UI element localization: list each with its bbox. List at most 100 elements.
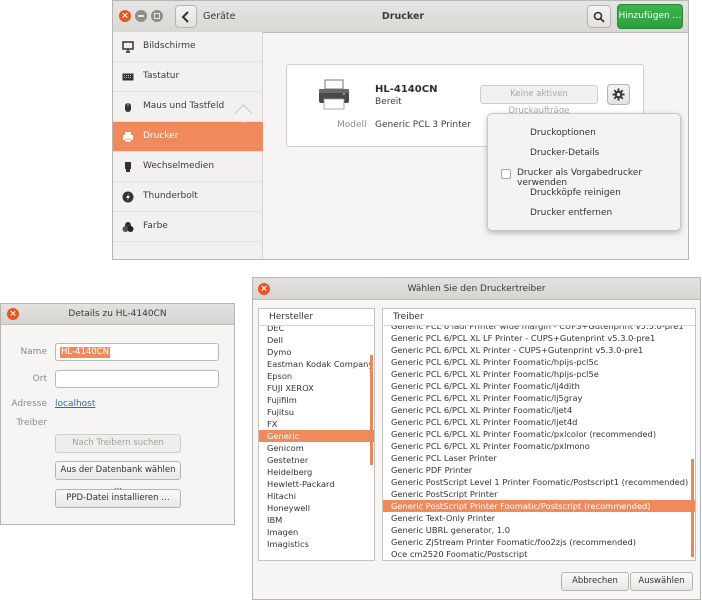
driver-header: Treiber: [383, 309, 695, 326]
driver-list-item[interactable]: Generic PCL 6/PCL XL LF Printer - CUPS+G…: [383, 332, 695, 344]
sidebar-item-label: Thunderbolt: [143, 191, 198, 201]
sidebar-item-label: Tastatur: [143, 71, 180, 81]
driver-list-item[interactable]: Generic PCL 6/PCL XL Printer Foomatic/hp…: [383, 368, 695, 380]
manufacturer-list-item[interactable]: Eastman Kodak Company: [259, 358, 374, 370]
search-drivers-button[interactable]: Nach Treibern suchen: [55, 434, 181, 453]
color-icon: [122, 222, 134, 232]
printer-options-popover: Druckoptionen Drucker-Details Drucker al…: [487, 113, 681, 231]
driver-list-item[interactable]: Generic PCL 6/PCL XL Printer Foomatic/hp…: [383, 356, 695, 368]
manufacturer-list-item[interactable]: Hitachi: [259, 490, 374, 502]
driver-list-item[interactable]: Generic PCL Laser Printer: [383, 452, 695, 464]
manufacturer-list[interactable]: Hersteller DEC Dell Dymo Eastman Kodak Comp…: [258, 308, 375, 561]
driver-list-item[interactable]: Generic ZjStream Printer Foomatic/foo2zj…: [383, 536, 695, 548]
add-printer-button[interactable]: Hinzufügen …: [617, 4, 683, 29]
dialog-title: Details zu HL-4140CN: [68, 309, 167, 319]
sidebar-item-label: Drucker: [143, 131, 179, 141]
driver-list-item[interactable]: Generic PCL 6/PCL XL Printer - CUPS+Gute…: [383, 344, 695, 356]
sidebar-item-keyboard[interactable]: Tastatur: [113, 62, 263, 92]
driver-list-item[interactable]: Generic PCL 6/PCL XL Printer Foomatic/px…: [383, 440, 695, 452]
minimize-window-button[interactable]: [135, 10, 147, 22]
search-button[interactable]: [587, 5, 611, 28]
print-jobs-button[interactable]: Keine aktiven Druckaufträge: [480, 85, 598, 116]
display-icon: [122, 41, 134, 53]
driver-list[interactable]: Treiber Generic PCL 6 ladi Printer wide …: [382, 308, 696, 561]
menu-item-clean-heads[interactable]: Druckköpfe reinigen: [530, 188, 621, 198]
header-bar: × Geräte Drucker Hinzufügen …: [113, 1, 688, 33]
printer-name: HL-4140CN: [375, 84, 438, 95]
select-from-database-button[interactable]: Aus der Datenbank wählen …: [55, 461, 181, 492]
keyboard-icon: [122, 73, 134, 81]
sidebar-item-thunderbolt[interactable]: Thunderbolt: [113, 182, 263, 212]
menu-item-print-options[interactable]: Druckoptionen: [530, 128, 596, 138]
sidebar-item-label: Farbe: [143, 221, 168, 231]
driver-list-item[interactable]: Generic Text-Only Printer: [383, 512, 695, 524]
sidebar-item-printers[interactable]: Drucker: [113, 122, 263, 152]
default-printer-checkbox[interactable]: [501, 169, 511, 179]
driver-list-item[interactable]: Generic PCL 6/PCL XL Printer Foomatic/px…: [383, 428, 695, 440]
driver-list-item[interactable]: Generic PDF Printer: [383, 464, 695, 476]
name-field[interactable]: HL-4140CN: [55, 343, 219, 361]
printer-icon: [319, 79, 349, 110]
driver-selection-dialog: × Wählen Sie den Druckertreiber Herstell…: [252, 277, 701, 600]
manufacturer-list-item[interactable]: IBM: [259, 514, 374, 526]
sidebar-item-label: Maus und Tastfeld: [143, 101, 225, 111]
name-field-value: HL-4140CN: [60, 347, 110, 358]
select-button[interactable]: Auswählen: [630, 572, 693, 591]
back-button[interactable]: [175, 5, 197, 28]
install-ppd-button[interactable]: PPD-Datei installieren …: [55, 489, 181, 508]
gear-icon: [612, 88, 625, 101]
printer-settings-button[interactable]: [607, 84, 630, 105]
dialog-header: × Wählen Sie den Druckertreiber: [253, 278, 700, 300]
model-value[interactable]: Generic PCL 3 Printer: [375, 120, 471, 130]
sidebar-item-removable-media[interactable]: Wechselmedien: [113, 152, 263, 182]
sidebar-item-displays[interactable]: Bildschirme: [113, 32, 263, 62]
driver-list-item[interactable]: Generic PCL 6/PCL XL Printer Foomatic/lj…: [383, 392, 695, 404]
driver-list-item[interactable]: Generic UBRL generator, 1.0: [383, 524, 695, 536]
driver-rows: Generic PCL 6 ladi Printer wide margin -…: [383, 326, 695, 560]
manufacturer-list-item[interactable]: Hewlett-Packard: [259, 478, 374, 490]
manufacturer-list-item[interactable]: Fujitsu: [259, 406, 374, 418]
driver-list-item[interactable]: Generic PostScript Printer Foomatic/Post…: [383, 500, 695, 512]
driver-list-item[interactable]: Generic PCL 6/PCL XL Printer Foomatic/lj…: [383, 380, 695, 392]
maximize-window-button[interactable]: [151, 10, 163, 22]
driver-list-item[interactable]: Oce cm2520 Foomatic/Postscript: [383, 548, 695, 560]
manufacturer-list-item[interactable]: Genicom: [259, 442, 374, 454]
menu-item-remove-printer[interactable]: Drucker entfernen: [530, 208, 612, 218]
printer-status: Bereit: [375, 97, 402, 107]
location-field[interactable]: [55, 370, 219, 388]
manufacturer-list-item[interactable]: Fujifilm: [259, 394, 374, 406]
dialog-title: Wählen Sie den Druckertreiber: [407, 284, 546, 294]
name-label: Name: [20, 347, 47, 357]
sidebar-item-label: Wechselmedien: [143, 161, 215, 171]
menu-item-set-default[interactable]: Drucker als Vorgabedrucker verwenden: [517, 168, 680, 188]
manufacturer-list-item[interactable]: DEC: [259, 326, 374, 334]
manufacturer-list-item[interactable]: Honeywell: [259, 502, 374, 514]
manufacturer-list-item[interactable]: FUJI XEROX: [259, 382, 374, 394]
manufacturer-list-item[interactable]: Imagistics: [259, 538, 374, 550]
manufacturer-list-item[interactable]: Generic: [259, 430, 374, 442]
address-link[interactable]: localhost: [55, 399, 95, 409]
manufacturer-list-item[interactable]: Dell: [259, 334, 374, 346]
driver-list-item[interactable]: Generic PCL 6/PCL XL Printer Foomatic/lj…: [383, 416, 695, 428]
driver-scrollbar[interactable]: [691, 459, 694, 557]
driver-list-item[interactable]: Generic PostScript Level 1 Printer Fooma…: [383, 476, 695, 488]
printer-icon: [123, 132, 133, 143]
settings-window: × Geräte Drucker Hinzufügen … Bildschirm…: [112, 0, 689, 260]
manufacturer-list-item[interactable]: Heidelberg: [259, 466, 374, 478]
manufacturer-scrollbar[interactable]: [370, 355, 373, 465]
dialog-header: × Details zu HL-4140CN: [1, 304, 234, 325]
section-title: Geräte: [203, 11, 236, 22]
menu-item-printer-details[interactable]: Drucker-Details: [530, 148, 599, 158]
manufacturer-list-item[interactable]: Epson: [259, 370, 374, 382]
manufacturer-list-item[interactable]: Dymo: [259, 346, 374, 358]
driver-list-item[interactable]: Generic PostScript Printer: [383, 488, 695, 500]
cancel-button[interactable]: Abbrechen: [561, 572, 629, 591]
manufacturer-list-item[interactable]: Gestetner: [259, 454, 374, 466]
driver-list-item[interactable]: Generic PCL 6/PCL XL Printer Foomatic/lj…: [383, 404, 695, 416]
manufacturer-list-item[interactable]: FX: [259, 418, 374, 430]
sidebar-item-color[interactable]: Farbe: [113, 212, 263, 242]
usb-icon: [125, 162, 131, 172]
manufacturer-rows: DEC Dell Dymo Eastman Kodak Company Epson FUJ…: [259, 326, 374, 560]
close-window-button[interactable]: ×: [119, 10, 131, 22]
manufacturer-list-item[interactable]: Imagen: [259, 526, 374, 538]
